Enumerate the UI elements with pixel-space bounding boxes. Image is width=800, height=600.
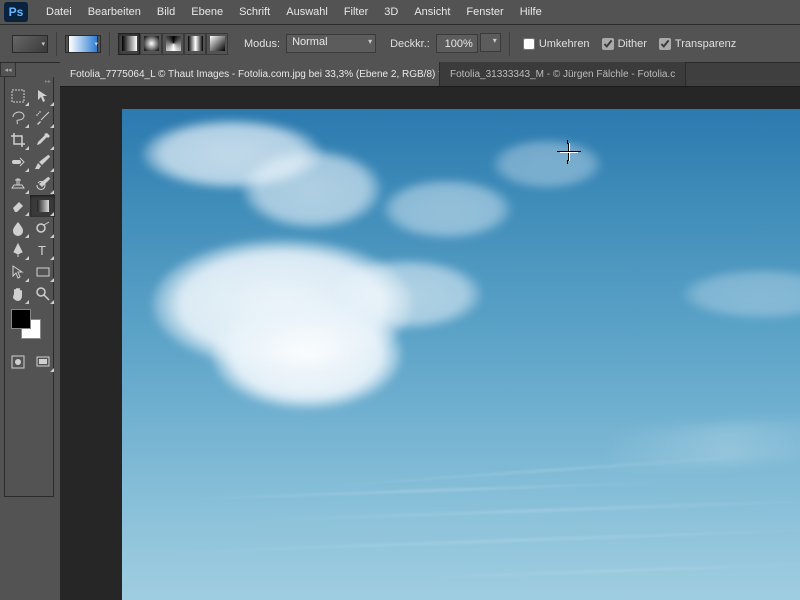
menu-bar: Ps Datei Bearbeiten Bild Ebene Schrift A… [0, 0, 800, 25]
tool-pen[interactable] [5, 239, 30, 261]
tab-label: Fotolia_7775064_L © Thaut Images - Fotol… [70, 69, 440, 80]
menu-bearbeiten[interactable]: Bearbeiten [80, 2, 149, 22]
foreground-color[interactable] [11, 309, 31, 329]
canvas-image [122, 109, 800, 600]
tools-panel: ▸▸ T [4, 77, 54, 497]
tool-crop[interactable] [5, 129, 30, 151]
tool-magic-wand[interactable] [30, 107, 55, 129]
transparency-checkbox-input[interactable] [659, 38, 671, 50]
mode-select[interactable]: Normal [286, 34, 376, 53]
tab-label: Fotolia_31333343_M - © Jürgen Fälchle - … [450, 69, 675, 80]
tool-marquee[interactable] [5, 85, 30, 107]
gradient-diamond-button[interactable] [206, 33, 228, 55]
tool-hand[interactable] [5, 283, 30, 305]
tool-dodge[interactable] [30, 217, 55, 239]
gradient-angle-button[interactable] [162, 33, 184, 55]
menu-datei[interactable]: Datei [38, 2, 80, 22]
tools-panel-header[interactable]: ▸▸ [5, 77, 53, 85]
tool-rectangle-shape[interactable] [30, 261, 55, 283]
document-tab-active[interactable]: Fotolia_7775064_L © Thaut Images - Fotol… [60, 62, 440, 86]
transparency-checkbox[interactable]: Transparenz [659, 38, 736, 50]
tool-type[interactable]: T [30, 239, 55, 261]
dither-checkbox[interactable]: Dither [602, 38, 647, 50]
document-tab-inactive[interactable]: Fotolia_31333343_M - © Jürgen Fälchle - … [440, 62, 686, 86]
menu-ebene[interactable]: Ebene [183, 2, 231, 22]
tool-blur[interactable] [5, 217, 30, 239]
menu-filter[interactable]: Filter [336, 2, 376, 22]
svg-text:T: T [38, 243, 46, 258]
canvas-viewport[interactable] [60, 87, 800, 600]
gradient-radial-button[interactable] [140, 33, 162, 55]
menu-hilfe[interactable]: Hilfe [512, 2, 550, 22]
document-tabs: Fotolia_7775064_L © Thaut Images - Fotol… [60, 63, 800, 87]
gradient-reflected-button[interactable] [184, 33, 206, 55]
menu-schrift[interactable]: Schrift [231, 2, 278, 22]
collapsed-panel-toggle[interactable]: ◂◂ [0, 63, 16, 77]
tool-lasso[interactable] [5, 107, 30, 129]
gradient-type-group [118, 33, 228, 55]
tool-eraser[interactable] [5, 195, 30, 217]
linear-gradient-icon [122, 36, 137, 51]
tool-spot-heal[interactable] [5, 151, 30, 173]
gradient-linear-button[interactable] [118, 33, 140, 55]
menu-3d[interactable]: 3D [376, 2, 406, 22]
tool-move[interactable] [30, 85, 55, 107]
menu-fenster[interactable]: Fenster [458, 2, 511, 22]
separator [509, 32, 510, 56]
separator [109, 32, 110, 56]
gradient-picker[interactable]: ▾ [65, 35, 101, 53]
tool-eyedropper[interactable] [30, 129, 55, 151]
angle-gradient-icon [166, 36, 181, 51]
tool-zoom[interactable] [30, 283, 55, 305]
tool-screenmode[interactable] [30, 351, 55, 373]
separator [56, 32, 57, 56]
reverse-checkbox-input[interactable] [523, 38, 535, 50]
document-area: Fotolia_7775064_L © Thaut Images - Fotol… [60, 63, 800, 600]
workspace: ◂◂ ▸▸ T [0, 63, 800, 600]
tool-gradient[interactable] [30, 195, 55, 217]
opacity-label: Deckkr.: [390, 38, 430, 50]
tool-quickmask[interactable] [5, 351, 30, 373]
diamond-gradient-icon [210, 36, 225, 51]
menu-ansicht[interactable]: Ansicht [406, 2, 458, 22]
menu-auswahl[interactable]: Auswahl [278, 2, 336, 22]
tool-grid: T [5, 85, 53, 305]
reflected-gradient-icon [188, 36, 203, 51]
app-icon: Ps [4, 2, 28, 22]
dither-checkbox-input[interactable] [602, 38, 614, 50]
options-bar: ▾ ▾ Modus: Normal Deckkr.: Umkehren Dith… [0, 25, 800, 63]
radial-gradient-icon [144, 36, 159, 51]
mode-label: Modus: [244, 38, 280, 50]
menu-bild[interactable]: Bild [149, 2, 183, 22]
tool-clone-stamp[interactable] [5, 173, 30, 195]
tool-preset-picker[interactable]: ▾ [12, 35, 48, 53]
opacity-input[interactable] [436, 34, 478, 53]
tool-path-select[interactable] [5, 261, 30, 283]
tool-history-brush[interactable] [30, 173, 55, 195]
opacity-flyout[interactable] [480, 33, 501, 55]
reverse-checkbox[interactable]: Umkehren [523, 38, 590, 50]
color-swatches[interactable] [11, 309, 47, 347]
tool-brush[interactable] [30, 151, 55, 173]
